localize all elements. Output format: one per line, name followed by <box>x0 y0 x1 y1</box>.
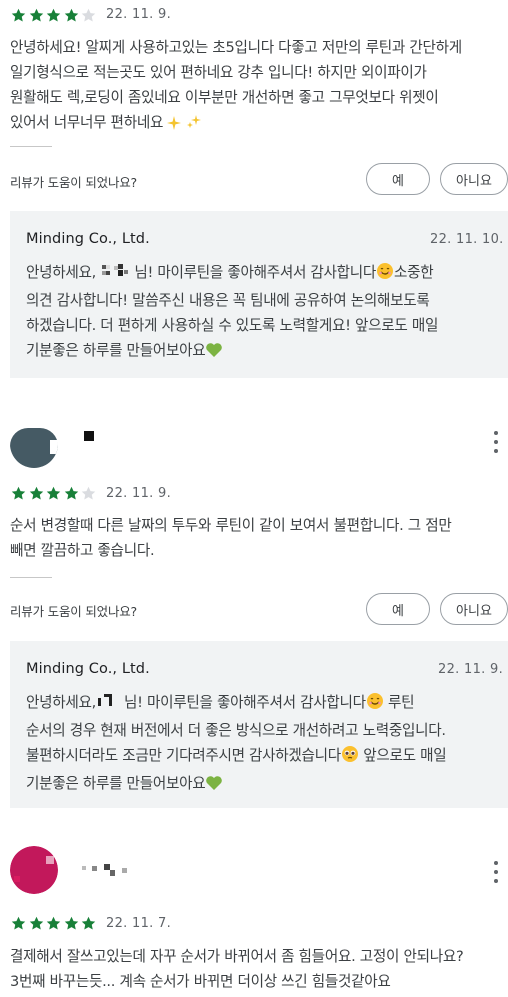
star-filled-icon <box>64 8 78 21</box>
reply-date: 22. 11. 9. <box>438 662 504 677</box>
review-3-date: 22. 11. 7. <box>106 916 172 931</box>
sparkles-icon <box>167 113 182 138</box>
review-1-rating <box>10 6 98 24</box>
reviewer-name <box>82 430 96 442</box>
star-filled-icon <box>29 8 43 21</box>
developer-name: Minding Co., Ltd. <box>26 231 150 247</box>
review-2-date: 22. 11. 9. <box>106 486 172 501</box>
sparkles-icon <box>186 113 202 138</box>
helpful-yes-button[interactable]: 예 <box>366 593 430 625</box>
review-2-text: 순서 변경할때 다른 날짜의 투두와 루틴이 같이 보여서 불편합니다. 그 점… <box>10 517 452 559</box>
star-filled-icon <box>46 916 61 929</box>
star-empty-icon <box>81 486 96 499</box>
more-options-icon[interactable] <box>490 861 502 883</box>
reviewer-name <box>82 860 132 878</box>
review-1-date: 22. 11. 9. <box>106 7 172 22</box>
green-heart-icon <box>205 341 223 366</box>
redacted-username <box>96 691 124 716</box>
developer-name: Minding Co., Ltd. <box>26 661 150 677</box>
star-filled-icon <box>46 8 61 21</box>
redacted-username <box>100 261 134 286</box>
helpful-prompt: 리뷰가 도움이 되었나요? <box>10 604 137 619</box>
reply-date: 22. 11. 10. <box>430 232 504 247</box>
smiling-face-icon <box>366 692 384 718</box>
divider <box>10 146 52 147</box>
star-filled-icon <box>64 916 78 929</box>
helpful-no-button[interactable]: 아니요 <box>440 163 508 195</box>
star-filled-icon <box>64 486 78 499</box>
star-filled-icon <box>29 486 43 499</box>
helpful-prompt: 리뷰가 도움이 되었나요? <box>10 175 137 190</box>
pleading-face-icon <box>341 745 359 771</box>
review-3-text: 결제해서 잘쓰고있는데 자꾸 순서가 바뀌어서 좀 힘들어요. 고정이 안되나요… <box>10 948 464 990</box>
developer-reply: Minding Co., Ltd. 22. 11. 10. 안녕하세요, 님! … <box>10 211 508 378</box>
helpful-no-button[interactable]: 아니요 <box>440 593 508 625</box>
reply-text: 안녕하세요, 님! 마이루틴을 좋아해주셔서 감사합니다 루틴 순서의 경우 현재… <box>26 690 496 799</box>
avatar <box>10 420 58 468</box>
star-filled-icon <box>11 486 26 499</box>
developer-reply: Minding Co., Ltd. 22. 11. 9. 안녕하세요, 님! 마이… <box>10 641 508 808</box>
star-filled-icon <box>46 486 61 499</box>
smiling-face-icon <box>376 262 394 288</box>
review-2-rating <box>10 484 98 502</box>
green-heart-icon <box>205 774 223 799</box>
review-3-rating <box>10 914 98 932</box>
helpful-yes-button[interactable]: 예 <box>366 163 430 195</box>
star-empty-icon <box>81 8 96 21</box>
more-options-icon[interactable] <box>490 431 502 453</box>
review-1-text: 안녕하세요! 알찌게 사용하고있는 초5입니다 다좋고 저만의 루틴과 간단하게… <box>10 35 502 138</box>
avatar <box>10 846 58 894</box>
star-filled-icon <box>11 916 26 929</box>
divider <box>10 577 52 578</box>
star-filled-icon <box>29 916 43 929</box>
reply-text: 안녕하세요, 님! 마이루틴을 좋아해주셔서 감사합니다 소중한 의견 감사합니다… <box>26 260 496 366</box>
star-filled-icon <box>11 8 26 21</box>
star-filled-icon <box>81 916 96 929</box>
